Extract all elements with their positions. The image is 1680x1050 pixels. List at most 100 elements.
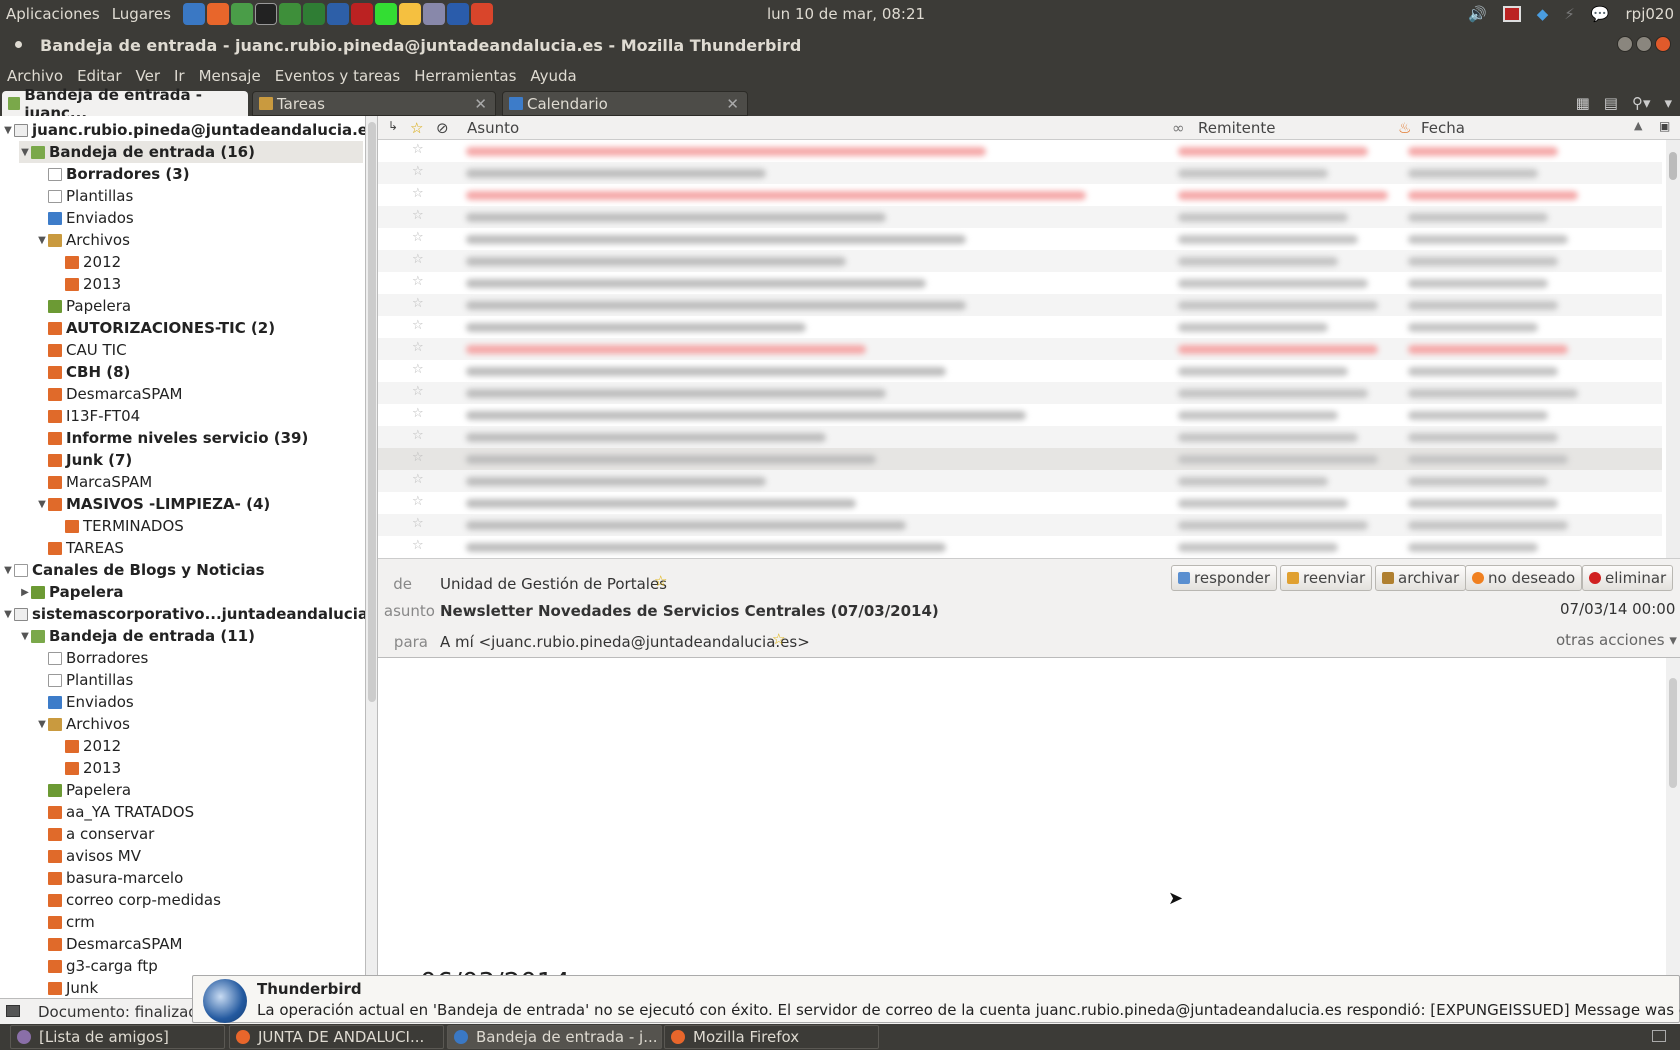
folder-item[interactable]: correo corp-medidas	[36, 889, 221, 911]
applications-menu[interactable]: Aplicaciones	[0, 5, 106, 23]
forward-button[interactable]: reenviar	[1280, 565, 1373, 591]
star-icon[interactable]: ☆	[412, 318, 424, 333]
thread-row[interactable]: ☆	[378, 162, 1662, 184]
star-icon[interactable]: ☆	[412, 208, 424, 223]
thread-scrollbar[interactable]	[1666, 140, 1680, 558]
tasks-toolbar-icon[interactable]: ▤	[1604, 94, 1618, 112]
archive-button[interactable]: archivar	[1375, 565, 1467, 591]
folder-item[interactable]: ▼ juanc.rubio.pineda@juntadeandalucia.es	[2, 119, 365, 141]
menu-ayuda[interactable]: Ayuda	[523, 67, 583, 85]
tools-launcher-icon[interactable]	[374, 3, 397, 25]
folder-item[interactable]: TERMINADOS	[53, 515, 184, 537]
user-name[interactable]: rpj020	[1626, 5, 1675, 23]
maximize-icon[interactable]	[1636, 36, 1652, 52]
thread-row[interactable]: ☆	[378, 206, 1662, 228]
folder-item[interactable]: I13F-FT04	[36, 405, 140, 427]
star-icon[interactable]: ☆	[654, 572, 667, 590]
folder-item[interactable]: 2013	[53, 757, 121, 779]
folder-item[interactable]: ▶ Papelera	[19, 581, 123, 603]
star-icon[interactable]: ☆	[412, 406, 424, 421]
menu-ir[interactable]: Ir	[167, 67, 192, 85]
thread-row[interactable]: ☆	[378, 426, 1662, 448]
thread-row[interactable]: ☆	[378, 536, 1662, 558]
star-icon[interactable]: ☆	[772, 630, 785, 648]
folder-item[interactable]: Junk (7)	[36, 449, 132, 471]
folder-item[interactable]: CBH (8)	[36, 361, 130, 383]
star-icon[interactable]: ☆	[412, 494, 424, 509]
delete-button[interactable]: eliminar	[1582, 565, 1674, 591]
folder-item[interactable]: g3-carga ftp	[36, 955, 158, 977]
star-icon[interactable]: ☆	[412, 340, 424, 355]
body-scrollbar[interactable]	[1666, 658, 1680, 983]
calendar-toolbar-icon[interactable]: ▦	[1576, 94, 1590, 112]
folder-item[interactable]: TAREAS	[36, 537, 124, 559]
presentation-launcher-icon[interactable]	[470, 3, 493, 25]
folder-item[interactable]: avisos MV	[36, 845, 141, 867]
column-date[interactable]: Fecha	[1421, 119, 1465, 137]
folder-item[interactable]: Papelera	[36, 295, 131, 317]
task-junta[interactable]: JUNTA DE ANDALUCI...	[229, 1025, 444, 1049]
folder-item[interactable]: CAU TIC	[36, 339, 127, 361]
thread-row[interactable]: ☆	[378, 338, 1662, 360]
thread-row[interactable]: ☆	[378, 360, 1662, 382]
spreadsheet-launcher-icon[interactable]	[278, 3, 301, 25]
folder-item[interactable]: Junk	[36, 977, 98, 998]
network-launcher-icon[interactable]	[422, 3, 445, 25]
thread-row[interactable]: ☆	[378, 382, 1662, 404]
twisty-icon[interactable]: ▼	[36, 499, 48, 510]
star-icon[interactable]: ☆	[412, 274, 424, 289]
message-body[interactable]: 06/03/2014 ➤	[378, 658, 1680, 998]
firefox-launcher-icon[interactable]	[206, 3, 229, 25]
window-menu-dot-icon[interactable]	[15, 41, 22, 48]
recorder-icon[interactable]	[1502, 6, 1521, 22]
star-column-icon[interactable]: ☆	[410, 119, 423, 137]
folder-item[interactable]: a conservar	[36, 823, 154, 845]
star-icon[interactable]: ☆	[412, 472, 424, 487]
thread-row[interactable]: ☆	[378, 250, 1662, 272]
star-icon[interactable]: ☆	[412, 230, 424, 245]
folder-item[interactable]: ▼ MASIVOS -LIMPIEZA- (4)	[36, 493, 270, 515]
sort-ascending-icon[interactable]: ▲	[1634, 119, 1642, 132]
thread-row[interactable]: ☆	[378, 316, 1662, 338]
twisty-icon[interactable]: ▼	[19, 147, 31, 158]
folder-item[interactable]: DesmarcaSPAM	[36, 383, 182, 405]
thread-row[interactable]: ☆	[378, 448, 1662, 470]
chat-icon[interactable]: 💬	[1591, 5, 1610, 23]
task-firefox[interactable]: Mozilla Firefox	[664, 1025, 879, 1049]
attachment-column-icon[interactable]: ⊘	[436, 119, 449, 137]
folder-item[interactable]: ▼ Bandeja de entrada (16)	[19, 141, 363, 163]
close-window-icon[interactable]	[1655, 36, 1671, 52]
task-thunderbird[interactable]: Bandeja de entrada - j...	[447, 1025, 662, 1049]
tab-calendario[interactable]: Calendario ✕	[502, 91, 748, 116]
folder-item[interactable]: DesmarcaSPAM	[36, 933, 182, 955]
chrome-launcher-icon[interactable]	[230, 3, 253, 25]
thread-row[interactable]: ☆	[378, 294, 1662, 316]
scrollbar-thumb[interactable]	[1669, 152, 1677, 180]
star-icon[interactable]: ☆	[412, 450, 424, 465]
folder-item[interactable]: Plantillas	[36, 185, 133, 207]
thread-row[interactable]: ☆	[378, 272, 1662, 294]
search-icon[interactable]: ⚲▾	[1632, 94, 1651, 112]
reply-button[interactable]: responder	[1171, 565, 1278, 591]
star-icon[interactable]: ☆	[412, 252, 424, 267]
column-sender[interactable]: Remitente	[1198, 119, 1275, 137]
star-icon[interactable]: ☆	[412, 164, 424, 179]
twisty-icon[interactable]: ▼	[36, 235, 48, 246]
twisty-icon[interactable]: ▼	[19, 631, 31, 642]
from-value[interactable]: Unidad de Gestión de Portales	[440, 575, 667, 593]
thread-row[interactable]: ☆	[378, 492, 1662, 514]
twisty-icon[interactable]: ▼	[2, 125, 14, 136]
twisty-icon[interactable]: ▼	[2, 565, 14, 576]
offline-icon[interactable]	[6, 1005, 20, 1017]
moon-launcher-icon[interactable]	[398, 3, 421, 25]
junk-column-icon[interactable]: ♨	[1398, 119, 1411, 137]
folder-item[interactable]: Borradores	[36, 647, 148, 669]
word-launcher-icon[interactable]	[446, 3, 469, 25]
folder-item[interactable]: 2013	[53, 273, 121, 295]
star-icon[interactable]: ☆	[412, 362, 424, 377]
folder-item[interactable]: AUTORIZACIONES-TIC (2)	[36, 317, 275, 339]
thread-row[interactable]: ☆	[378, 140, 1662, 162]
star-icon[interactable]: ☆	[412, 186, 424, 201]
folder-item[interactable]: 2012	[53, 251, 121, 273]
thread-row[interactable]: ☆	[378, 184, 1662, 206]
